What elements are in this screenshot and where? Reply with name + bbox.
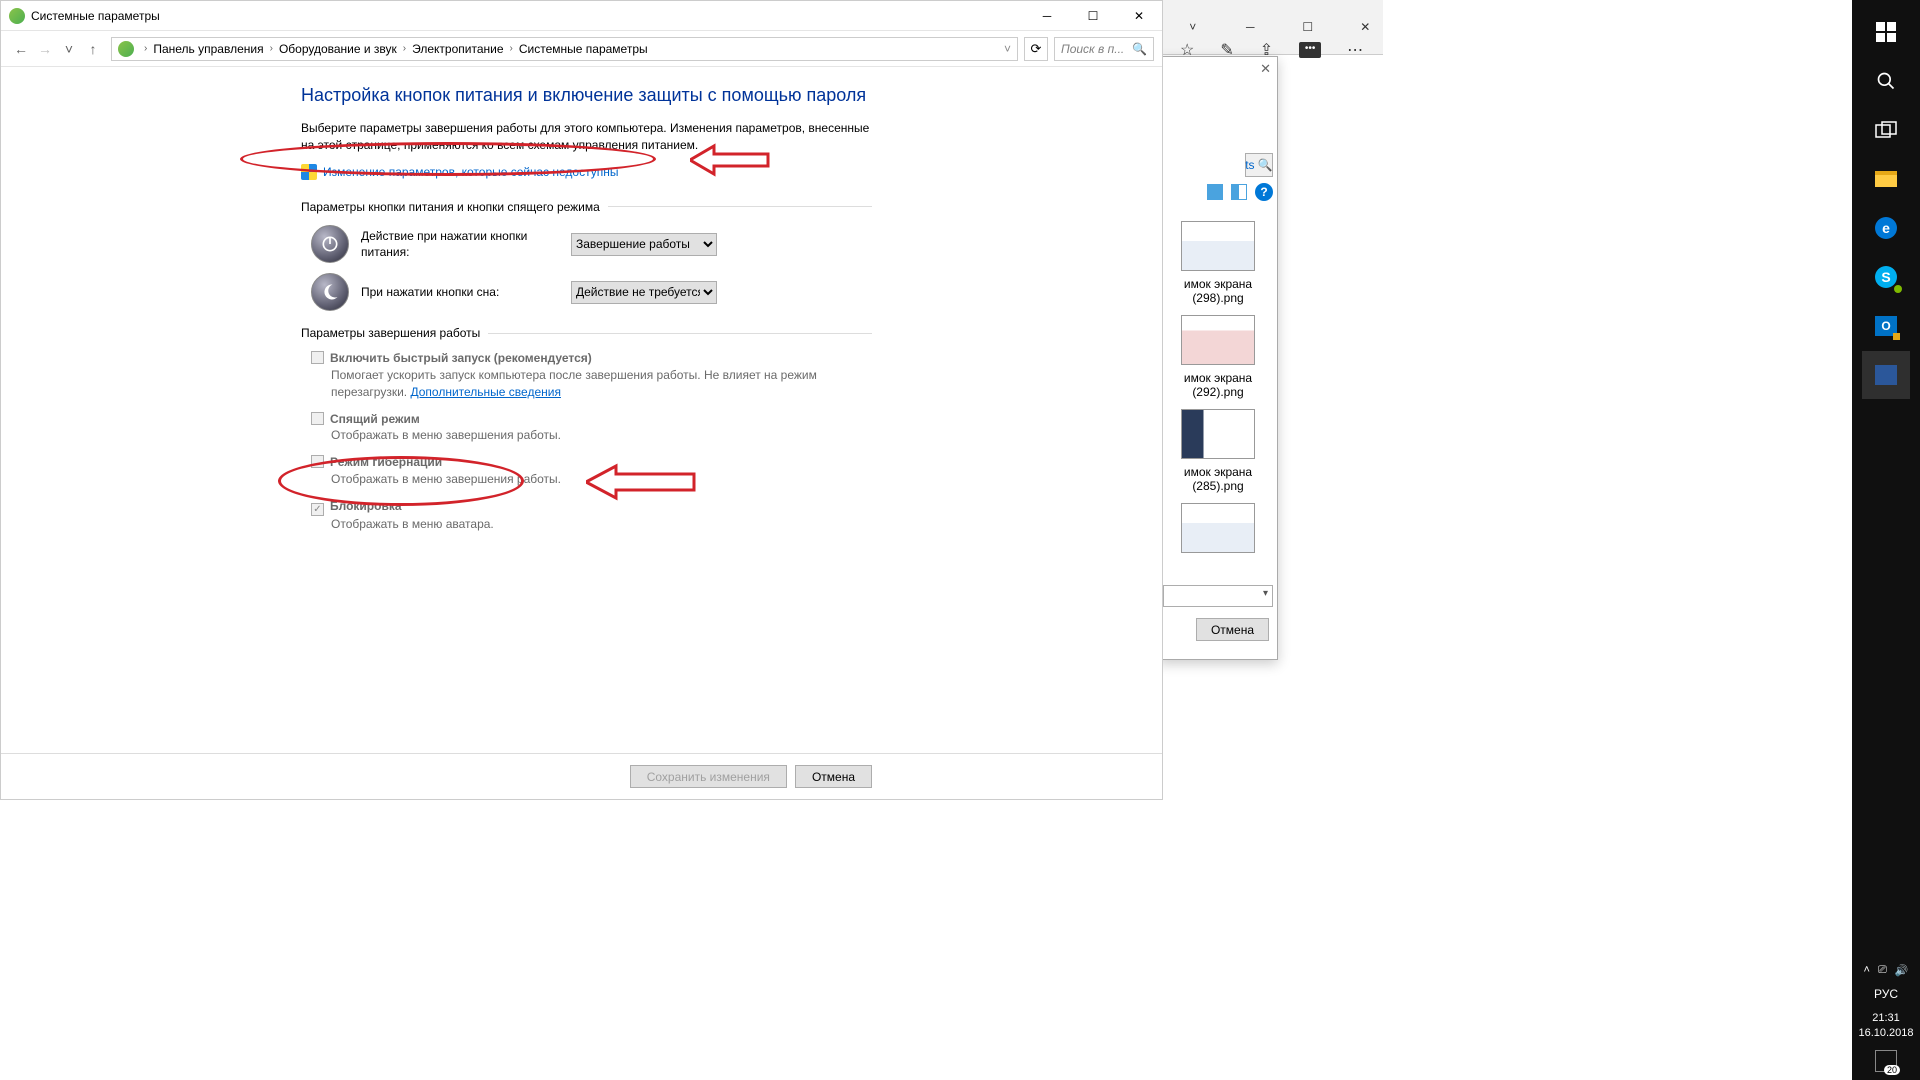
system-tray: ˄ ⎚ 🔊 РУС 21:31 16.10.2018 20: [1858, 964, 1913, 1080]
section-shutdown: Параметры завершения работы: [301, 325, 872, 342]
bg-minimize-button[interactable]: [1233, 12, 1269, 42]
power-button-label: Действие при нажатии кнопки питания:: [361, 228, 571, 262]
sleep-checkbox[interactable]: [311, 412, 324, 425]
clock[interactable]: 21:31 16.10.2018: [1858, 1011, 1913, 1040]
uac-link-text[interactable]: Изменение параметров, которые сейчас нед…: [323, 164, 619, 181]
bg-chevron-down-icon[interactable]: ˅: [1175, 12, 1211, 42]
save-button[interactable]: Сохранить изменения: [630, 765, 787, 788]
sleep-button-label: При нажатии кнопки сна:: [361, 284, 571, 301]
start-button[interactable]: [1862, 8, 1910, 56]
lock-option: Блокировка Отображать в меню аватара.: [311, 498, 872, 533]
file-open-dialog: ✕ ts 🔍 ? имок экрана(298).png имок экран…: [1158, 56, 1278, 660]
lock-checkbox[interactable]: [311, 503, 324, 516]
file-thumb[interactable]: имок экрана(292).png: [1163, 315, 1273, 399]
uac-elevate-link[interactable]: Изменение параметров, которые сейчас нед…: [301, 164, 872, 181]
skype-icon[interactable]: S: [1862, 253, 1910, 301]
power-button-action-select[interactable]: Завершение работы: [571, 233, 717, 256]
search-icon: 🔍: [1132, 42, 1147, 56]
breadcrumb-root-icon: [118, 41, 134, 57]
forward-button[interactable]: →: [33, 37, 57, 61]
system-settings-window: Системные параметры ← → ˅ ↑ › Панель упр…: [0, 0, 1163, 800]
minimize-button[interactable]: [1024, 1, 1070, 31]
view-icon[interactable]: [1207, 184, 1223, 200]
ellipsis-icon[interactable]: ⋯: [1347, 40, 1363, 60]
address-dropdown-icon[interactable]: ˅: [1004, 42, 1011, 56]
sleep-option: Спящий режим Отображать в меню завершени…: [311, 411, 872, 445]
chevron-right-icon[interactable]: ›: [138, 43, 153, 54]
tray-display-icon[interactable]: ⎚: [1878, 964, 1887, 977]
breadcrumb-item[interactable]: Оборудование и звук: [279, 42, 397, 56]
more-icon[interactable]: •••: [1299, 42, 1321, 58]
cancel-button[interactable]: Отмена: [795, 765, 872, 788]
fast-startup-checkbox[interactable]: [311, 351, 324, 364]
intro-text: Выберите параметры завершения работы для…: [301, 120, 872, 154]
preview-pane-icon[interactable]: [1231, 184, 1247, 200]
refresh-button[interactable]: ⟳: [1024, 37, 1048, 61]
fast-startup-option: Включить быстрый запуск (рекомендуется) …: [311, 350, 872, 400]
file-explorer-icon[interactable]: [1862, 155, 1910, 203]
chevron-right-icon[interactable]: ›: [504, 43, 519, 54]
file-thumb[interactable]: имок экрана(298).png: [1163, 221, 1273, 305]
hibernate-checkbox[interactable]: [311, 455, 324, 468]
recent-dropdown-icon[interactable]: ˅: [57, 37, 81, 61]
breadcrumb[interactable]: › Панель управления › Оборудование и зву…: [111, 37, 1018, 61]
outlook-icon[interactable]: O: [1862, 302, 1910, 350]
edge-icon[interactable]: e: [1862, 204, 1910, 252]
sleep-button-row: При нажатии кнопки сна: Действие не треб…: [311, 273, 872, 311]
window-title: Системные параметры: [31, 9, 160, 23]
back-button[interactable]: ←: [9, 37, 33, 61]
dialog-close-icon[interactable]: ✕: [1260, 61, 1271, 77]
chevron-right-icon[interactable]: ›: [264, 43, 279, 54]
help-icon[interactable]: ?: [1255, 183, 1273, 201]
power-icon: [311, 225, 349, 263]
up-button[interactable]: ↑: [81, 37, 105, 61]
action-center-icon[interactable]: 20: [1875, 1050, 1897, 1072]
language-indicator[interactable]: РУС: [1874, 987, 1898, 1001]
dialog-search-box[interactable]: ts 🔍: [1245, 153, 1273, 177]
sleep-button-action-select[interactable]: Действие не требуется: [571, 281, 717, 304]
app-icon: [9, 8, 25, 24]
bg-maximize-button[interactable]: [1290, 12, 1326, 42]
maximize-button[interactable]: [1070, 1, 1116, 31]
dialog-cancel-button[interactable]: Отмена: [1196, 618, 1269, 641]
search-placeholder: Поиск в п...: [1061, 42, 1124, 56]
search-box[interactable]: Поиск в п... 🔍: [1054, 37, 1154, 61]
more-info-link[interactable]: Дополнительные сведения: [410, 385, 560, 399]
file-thumb[interactable]: имок экрана(285).png: [1163, 409, 1273, 493]
close-button[interactable]: [1116, 1, 1162, 31]
hibernate-option: Режим гибернации Отображать в меню завер…: [311, 454, 872, 488]
chevron-right-icon[interactable]: ›: [397, 43, 412, 54]
footer-buttons: Сохранить изменения Отмена: [1, 753, 1162, 799]
power-button-row: Действие при нажатии кнопки питания: Зав…: [311, 225, 872, 263]
tray-chevron-icon[interactable]: ˄: [1864, 964, 1870, 977]
bg-close-button[interactable]: [1348, 12, 1384, 42]
word-icon[interactable]: [1862, 351, 1910, 399]
search-button[interactable]: [1862, 57, 1910, 105]
breadcrumb-item[interactable]: Панель управления: [153, 42, 263, 56]
page-heading: Настройка кнопок питания и включение защ…: [301, 83, 872, 108]
content-pane: Настройка кнопок питания и включение защ…: [1, 67, 1162, 533]
moon-icon: [311, 273, 349, 311]
task-view-button[interactable]: [1862, 106, 1910, 154]
filename-combo[interactable]: [1163, 585, 1273, 607]
file-thumb[interactable]: [1163, 503, 1273, 553]
shield-icon: [301, 164, 317, 180]
titlebar: Системные параметры: [1, 1, 1162, 31]
address-bar: ← → ˅ ↑ › Панель управления › Оборудован…: [1, 31, 1162, 67]
tray-volume-icon[interactable]: 🔊: [1895, 964, 1909, 977]
section-power-buttons: Параметры кнопки питания и кнопки спящег…: [301, 199, 872, 216]
taskbar: e S O ˄ ⎚ 🔊 РУС 21:31 16.10.2018 20: [1852, 0, 1920, 1080]
breadcrumb-item[interactable]: Электропитание: [412, 42, 503, 56]
breadcrumb-item[interactable]: Системные параметры: [519, 42, 648, 56]
